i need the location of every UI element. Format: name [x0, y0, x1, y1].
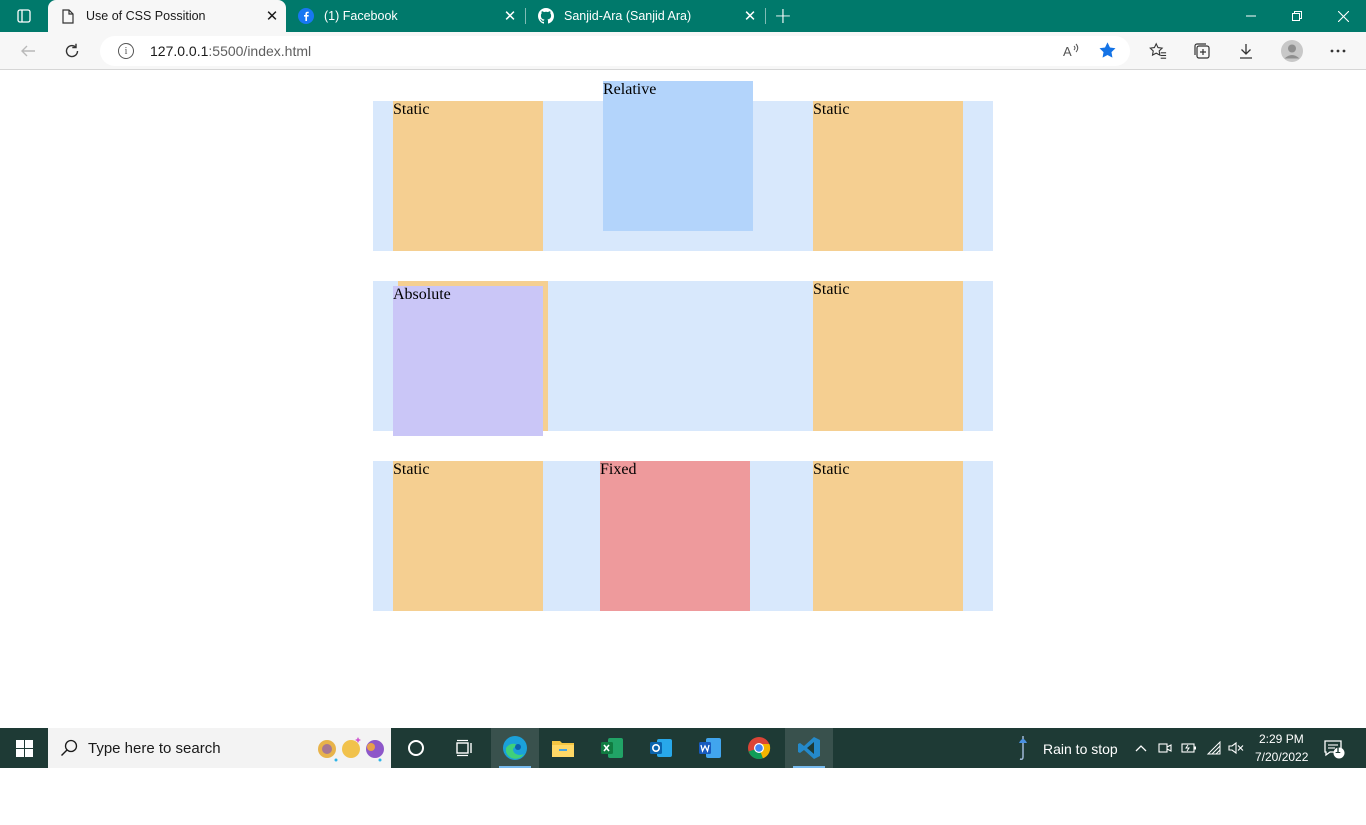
active-indicator: [499, 766, 531, 768]
search-placeholder: Type here to search: [88, 739, 221, 757]
umbrella-weather-icon[interactable]: [1012, 728, 1034, 768]
notification-center-icon[interactable]: [1318, 728, 1348, 768]
browser-tabstrip: Use of CSS Possition ✕ (1) Facebook ✕ Sa…: [0, 0, 1366, 32]
page-viewport: Static Relative Static Absolute Static S…: [0, 71, 1366, 728]
tab-css-position[interactable]: Use of CSS Possition ✕: [48, 0, 286, 32]
windows-taskbar: Type here to search Rain to stop 2:29 PM…: [0, 728, 1366, 768]
tab-github[interactable]: Sanjid-Ara (Sanjid Ara) ✕: [526, 0, 764, 32]
show-hidden-icons-chevron-icon[interactable]: [1132, 728, 1150, 768]
absolute-box: Absolute: [393, 286, 543, 436]
profile-avatar-icon[interactable]: [1278, 37, 1306, 65]
tab-title: Use of CSS Possition: [86, 9, 206, 23]
close-icon[interactable]: ✕: [496, 7, 524, 25]
clock-time[interactable]: 2:29 PM: [1259, 732, 1304, 746]
taskbar-search-box[interactable]: Type here to search: [48, 728, 391, 768]
edge-icon[interactable]: [491, 728, 539, 768]
tab-divider: [765, 8, 766, 24]
weather-text[interactable]: Rain to stop: [1043, 741, 1118, 757]
tab-facebook[interactable]: (1) Facebook ✕: [286, 0, 524, 32]
favorite-star-icon[interactable]: [1098, 41, 1117, 64]
close-icon[interactable]: ✕: [258, 7, 286, 25]
relative-box: Relative: [603, 81, 753, 231]
url-host: 127.0.0.1: [150, 43, 209, 59]
chrome-icon[interactable]: [735, 728, 783, 768]
static-box: Static: [813, 281, 963, 431]
tab-actions-icon[interactable]: [0, 0, 48, 32]
browser-toolbar: i 127.0.0.1:5500/index.html A: [0, 32, 1366, 70]
volume-muted-icon[interactable]: [1226, 728, 1246, 768]
battery-icon[interactable]: [1179, 728, 1199, 768]
fixed-box: Fixed: [600, 461, 750, 611]
tab-title: Sanjid-Ara (Sanjid Ara): [564, 9, 692, 23]
github-icon: [538, 8, 554, 24]
close-icon[interactable]: ✕: [736, 7, 764, 25]
collections-icon[interactable]: [1188, 37, 1216, 65]
cortana-icon[interactable]: [392, 728, 440, 768]
static-box: Static: [393, 101, 543, 251]
url-path: :5500/index.html: [208, 43, 312, 59]
active-indicator: [793, 766, 825, 768]
close-window-icon[interactable]: [1320, 0, 1366, 32]
word-icon[interactable]: [686, 728, 734, 768]
windows-start-icon[interactable]: [0, 728, 48, 768]
search-icon: [60, 739, 78, 757]
read-aloud-icon[interactable]: A: [1062, 42, 1080, 64]
address-bar[interactable]: i 127.0.0.1:5500/index.html A: [100, 36, 1130, 66]
file-explorer-icon[interactable]: [539, 728, 587, 768]
notification-count-badge: 1: [1335, 745, 1341, 756]
url-text: 127.0.0.1:5500/index.html: [150, 43, 311, 59]
refresh-icon[interactable]: [58, 37, 86, 65]
outlook-icon[interactable]: [637, 728, 685, 768]
more-options-icon[interactable]: [1324, 37, 1352, 65]
site-info-icon[interactable]: i: [118, 43, 134, 59]
new-tab-button[interactable]: +: [770, 0, 796, 32]
task-view-icon[interactable]: [440, 728, 488, 768]
restore-icon[interactable]: [1274, 0, 1320, 32]
facebook-icon: [298, 8, 314, 24]
clock-date[interactable]: 7/20/2022: [1255, 750, 1308, 764]
wifi-icon[interactable]: [1204, 728, 1224, 768]
static-box: Static: [393, 461, 543, 611]
static-box: Static: [813, 461, 963, 611]
page-icon: [60, 8, 76, 24]
favorites-icon[interactable]: [1144, 37, 1172, 65]
vscode-icon[interactable]: [785, 728, 833, 768]
minimize-icon[interactable]: [1228, 0, 1274, 32]
downloads-icon[interactable]: [1232, 37, 1260, 65]
excel-icon[interactable]: [588, 728, 636, 768]
tab-title: (1) Facebook: [324, 9, 398, 23]
meet-now-icon[interactable]: [1156, 728, 1174, 768]
static-box: Static: [813, 101, 963, 251]
svg-text:A: A: [1063, 44, 1072, 59]
back-icon[interactable]: [14, 37, 42, 65]
search-highlights-icon: [316, 736, 386, 766]
